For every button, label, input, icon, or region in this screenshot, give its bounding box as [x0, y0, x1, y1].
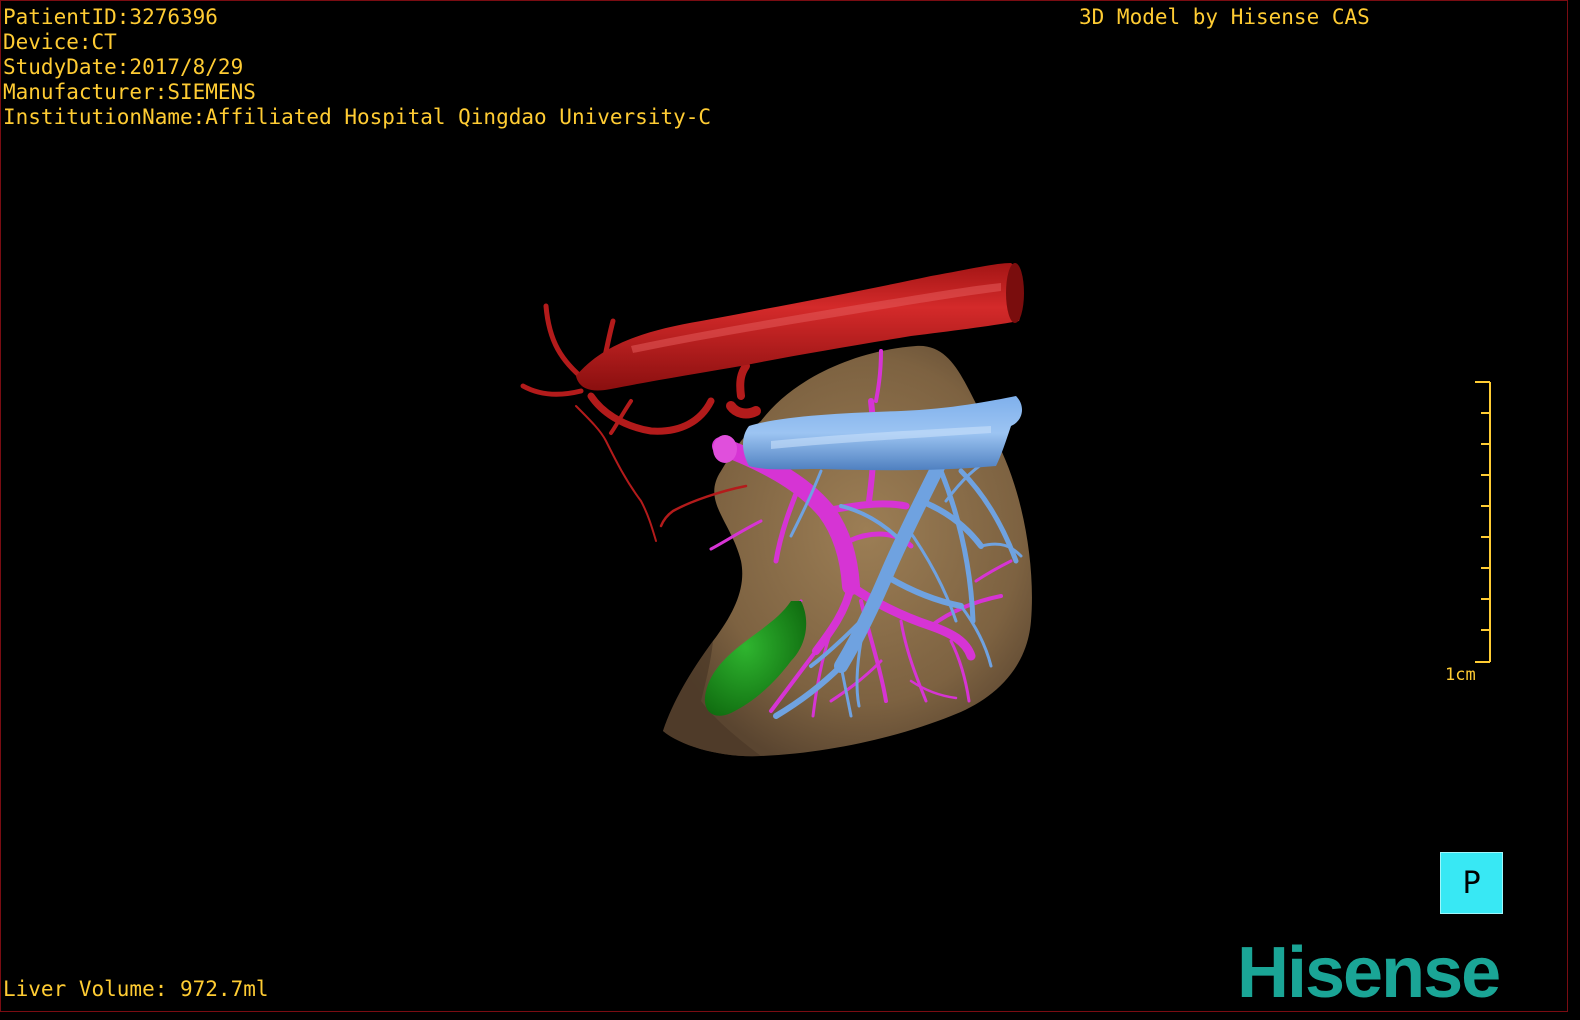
liver-volume-text: Liver Volume: 972.7ml — [3, 977, 269, 1001]
scale-label: 1cm — [1445, 665, 1476, 685]
liver-3d-model[interactable] — [1, 1, 1568, 1012]
hisense-logo: Hisense — [1237, 933, 1501, 1012]
aorta-end — [1006, 263, 1024, 323]
scale-bar — [1475, 381, 1491, 663]
render-viewport[interactable]: PatientID:3276396 Device:CT StudyDate:20… — [0, 0, 1568, 1012]
orientation-label: P — [1462, 865, 1481, 901]
orientation-cube[interactable]: P — [1440, 852, 1503, 914]
portal-vein-stump — [713, 435, 737, 463]
